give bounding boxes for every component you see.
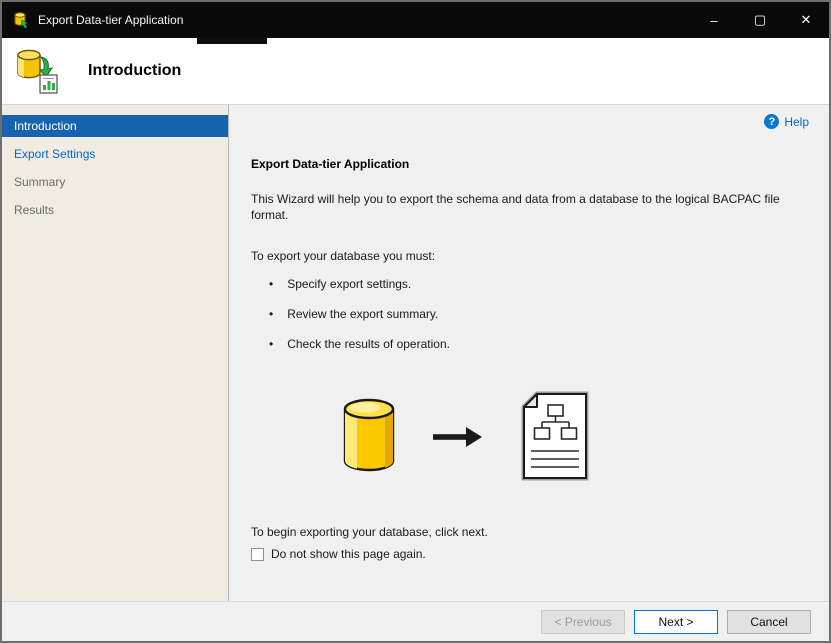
app-database-export-icon (14, 12, 28, 29)
wizard-steps-sidebar: Introduction Export Settings Summary Res… (2, 105, 229, 601)
bullet-text: Review the export summary. (287, 307, 439, 321)
bullet-text: Check the results of operation. (287, 337, 450, 351)
list-item: Check the results of operation. (269, 337, 789, 351)
sidebar-item-results: Results (14, 203, 55, 217)
page-title: Introduction (88, 62, 182, 79)
maximize-button[interactable]: ▢ (737, 2, 783, 38)
sidebar-item-introduction[interactable]: Introduction (2, 115, 228, 137)
list-item: Review the export summary. (269, 307, 789, 321)
close-button[interactable]: ✕ (783, 2, 829, 38)
intro-text: This Wizard will help you to export the … (251, 192, 780, 222)
database-export-icon (17, 49, 58, 94)
titlebar: Export Data-tier Application – ▢ ✕ (2, 2, 829, 38)
titlebar-artifact (197, 38, 267, 44)
database-cylinder-icon (343, 398, 395, 472)
export-illustration (339, 391, 659, 483)
begin-export-text: To begin exporting your database, click … (251, 525, 488, 539)
main-area: Introduction Export Settings Summary Res… (2, 105, 829, 601)
sidebar-item-export-settings[interactable]: Export Settings (2, 143, 228, 165)
window-controls: – ▢ ✕ (691, 2, 829, 38)
arrow-right-icon (433, 427, 482, 447)
previous-button[interactable]: < Previous (541, 609, 625, 634)
minimize-button[interactable]: – (691, 2, 737, 38)
content-heading: Export Data-tier Application (251, 157, 410, 171)
checkbox-icon[interactable] (251, 547, 264, 561)
wizard-header: Introduction (2, 38, 829, 105)
help-link[interactable]: ? Help (764, 114, 809, 129)
cancel-button[interactable]: Cancel (727, 609, 811, 634)
help-icon: ? (764, 114, 780, 129)
requirements-list: Specify export settings. Review the expo… (269, 277, 789, 351)
do-not-show-checkbox[interactable]: Do not show this page again. (251, 547, 789, 561)
export-data-tier-wizard-window: Export Data-tier Application – ▢ ✕ Intro… (0, 0, 831, 643)
help-label: Help (784, 114, 809, 129)
requirements-label: To export your database you must: (251, 249, 436, 263)
window-title: Export Data-tier Application (38, 13, 184, 27)
next-button[interactable]: Next > (634, 609, 718, 634)
content-panel: ? Help Export Data-tier Application This… (229, 105, 829, 601)
bacpac-document-icon (521, 391, 589, 481)
footer-button-bar: < Previous Next > Cancel (2, 601, 829, 641)
checkbox-label: Do not show this page again. (271, 547, 426, 561)
sidebar-item-summary: Summary (14, 175, 66, 189)
list-item: Specify export settings. (269, 277, 789, 291)
bullet-text: Specify export settings. (287, 277, 412, 291)
